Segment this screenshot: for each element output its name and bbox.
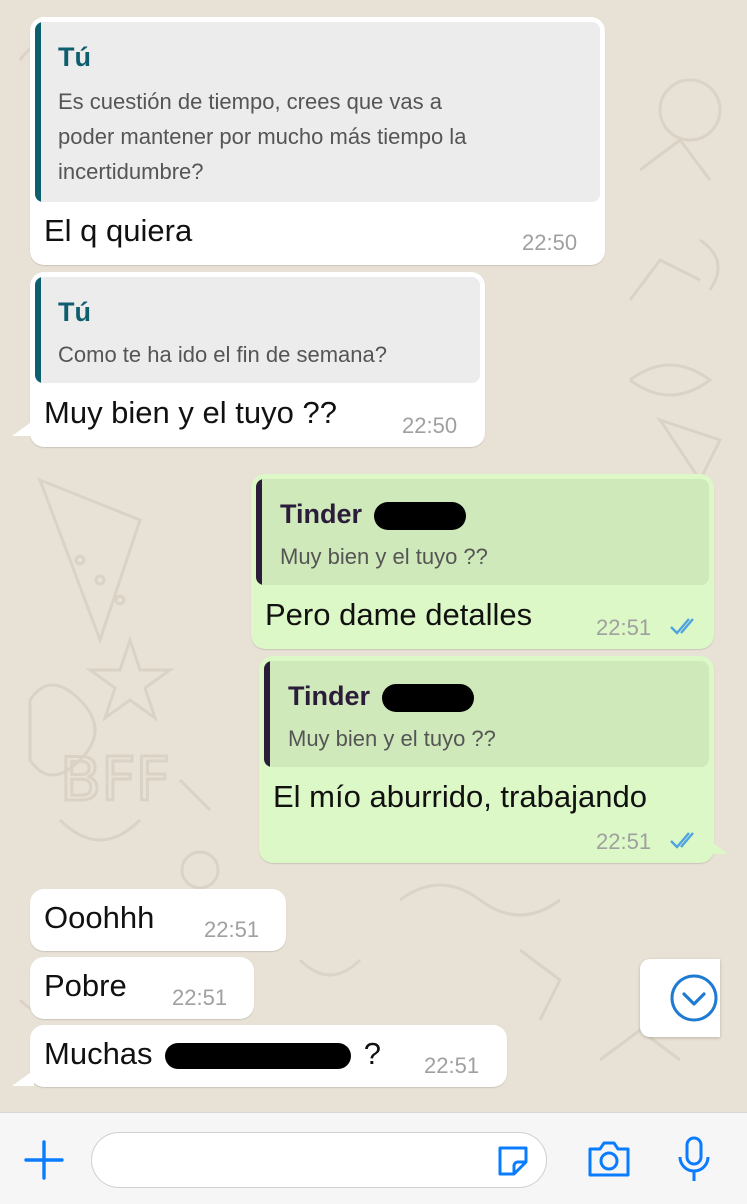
double-check-icon [670,618,694,635]
quote-text-line: Como te ha ido el fin de semana? [58,342,387,367]
quote-text-line: poder mantener por mucho más tiempo la [58,124,467,149]
bubble-tail [12,420,34,436]
message-bubble-incoming[interactable]: Ooohhh 22:51 [30,889,286,951]
message-time: 22:51 [172,985,228,1010]
quote-author: Tú [58,297,91,327]
microphone-icon[interactable] [674,1135,714,1185]
quoted-message[interactable]: Tú Como te ha ido el fin de semana? [35,277,480,383]
quoted-message[interactable]: Tinder Muy bien y el tuyo ?? [264,661,709,767]
message-bubble-outgoing[interactable]: Tinder Muy bien y el tuyo ?? El mío abur… [259,656,714,863]
message-time: 22:51 [204,917,260,942]
quote-accent-bar [264,661,270,767]
message-bubble-incoming[interactable]: Pobre 22:51 [30,957,254,1019]
message-time: 22:51 [424,1053,480,1078]
quote-author-name: Tinder [288,681,371,711]
chevron-down-icon [670,974,718,1022]
message-input[interactable] [91,1132,547,1188]
message-bubble-incoming[interactable]: Tú Es cuestión de tiempo, crees que vas … [30,17,605,265]
quote-author: Tú [58,42,91,72]
message-bubble-incoming[interactable]: Tú Como te ha ido el fin de semana? Muy … [30,272,485,447]
quote-accent-bar [35,22,41,202]
plus-icon[interactable] [22,1138,66,1182]
quote-author: Tinder [280,499,466,530]
double-check-icon [670,832,694,849]
message-time: 22:51 [596,829,652,854]
message-text: Pero dame detalles [265,597,533,632]
message-text-before: Muchas [44,1036,153,1071]
quote-text-line: Muy bien y el tuyo ?? [280,544,488,569]
quote-author: Tinder [288,681,474,712]
message-text: El q quiera [44,213,193,248]
message-text-after: ? [363,1036,382,1071]
message-text: Muy bien y el tuyo ?? [44,395,337,430]
message-text: El mío aburrido, trabajando [273,779,647,814]
quote-text-line: Es cuestión de tiempo, crees que vas a [58,89,442,114]
camera-icon[interactable] [586,1139,632,1179]
quote-text-line: Muy bien y el tuyo ?? [288,726,496,751]
svg-text:BFF: BFF [60,745,170,815]
message-bubble-incoming[interactable]: Muchas ? 22:51 [30,1025,507,1087]
message-bubble-outgoing[interactable]: Tinder Muy bien y el tuyo ?? Pero dame d… [251,474,714,649]
redacted-name [373,501,466,530]
quote-accent-bar [35,277,41,383]
composer-bar [0,1112,747,1204]
message-time: 22:50 [522,230,578,255]
redacted-name [381,683,474,712]
quoted-message[interactable]: Tú Es cuestión de tiempo, crees que vas … [35,22,600,202]
message-time: 22:51 [596,615,652,640]
bubble-tail [12,1070,34,1086]
sticker-icon[interactable] [494,1142,532,1180]
bubble-tail [706,838,728,854]
quote-text-line: incertidumbre? [58,159,204,184]
message-time: 22:50 [402,413,458,438]
message-text: Muchas ? [44,1036,381,1072]
quoted-message[interactable]: Tinder Muy bien y el tuyo ?? [256,479,709,585]
quote-author-name: Tinder [280,499,363,529]
scroll-to-bottom-button[interactable] [640,959,720,1037]
message-text: Pobre [44,968,127,1003]
quote-accent-bar [256,479,262,585]
message-text: Ooohhh [44,900,155,935]
redacted-word [165,1042,352,1069]
